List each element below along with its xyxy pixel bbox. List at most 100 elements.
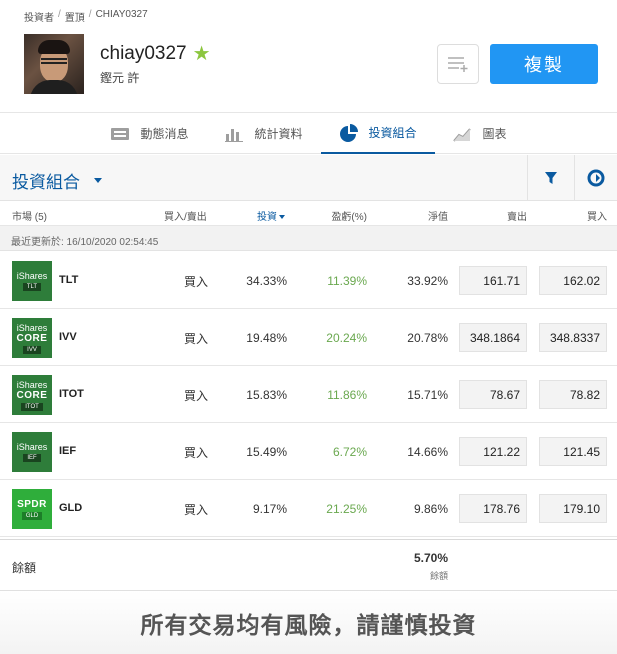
profile-header: chiay0327 ★ 鏗元 許 [24,34,211,94]
breadcrumb-item-investors[interactable]: 投資者 [24,9,54,24]
net-value-percent: 20.78% [407,331,448,345]
breadcrumb: 投資者 / 置頂 / CHIAY0327 [24,9,148,24]
view-switch-button[interactable] [574,155,617,201]
instrument-symbol[interactable]: ITOT [59,388,84,400]
fund-logo-brand: iShares [16,322,48,333]
direction: 買入 [184,332,209,346]
cash-label: 餘額 [12,561,37,575]
fund-logo[interactable]: SPDR GLD [12,489,52,529]
profile-tabs: 動態消息 統計資料 投資組合 圖表 [0,112,617,154]
fund-logo-ticker: IEF [23,454,41,462]
risk-warning-banner: 所有交易均有風險，請謹慎投資 [0,590,617,654]
table-row[interactable]: SPDR GLD GLD 買入 9.17% 21.25% 9.86% 178.76 179.10 [0,480,617,537]
chart-icon [452,126,473,142]
fund-logo-brand2: SPDR [17,498,47,510]
invested-percent: 15.49% [246,445,287,459]
column-direction[interactable]: 買入/賣出 [164,208,207,223]
buy-price-button[interactable]: 78.82 [539,380,607,409]
fund-logo-brand: iShares [16,271,48,281]
instrument-symbol[interactable]: TLT [59,274,78,286]
portfolio-header: 投資組合 [0,155,617,201]
table-row[interactable]: iShares CORE ITOT ITOT 買入 15.83% 11.86% 15.71% 7… [0,366,617,423]
column-sell[interactable]: 賣出 [507,208,527,223]
tab-stats[interactable]: 統計資料 [206,113,320,154]
filter-icon [544,172,557,184]
stats-icon [224,126,244,142]
buy-price-button[interactable]: 121.45 [539,437,607,466]
column-pl[interactable]: 盈虧(%) [331,208,367,223]
tab-chart-label: 圖表 [482,127,507,141]
copy-button[interactable]: 複製 [490,44,598,84]
portfolio-title: 投資組合 [12,173,80,192]
column-market[interactable]: 市場 (5) [12,208,47,223]
breadcrumb-separator: / [58,9,61,20]
fund-logo[interactable]: iShares CORE ITOT [12,375,52,415]
direction: 買入 [184,389,209,403]
cash-row: 餘額 5.70% 餘額 [0,539,617,589]
profit-loss-percent: 21.25% [326,502,367,516]
fund-logo-brand2: CORE [16,389,48,401]
buy-price-button[interactable]: 179.10 [539,494,607,523]
cash-value: 5.70% [413,551,448,565]
portfolio-view-dropdown[interactable]: 投資組合 [12,168,102,193]
table-row[interactable]: iShares IEF IEF 買入 15.49% 6.72% 14.66% 121.22 12… [0,423,617,480]
fund-logo-brand: iShares [16,442,48,452]
profit-loss-percent: 11.86% [327,388,367,402]
cash-sublabel: 餘額 [429,571,448,581]
column-net-value[interactable]: 淨值 [428,208,448,223]
buy-price-button[interactable]: 348.8337 [539,323,607,352]
column-invested-label: 投資 [257,212,277,223]
instrument-symbol[interactable]: GLD [59,502,82,514]
last-updated: 最近更新於: 16/10/2020 02:54:45 [0,226,617,251]
tab-news-label: 動態消息 [140,127,189,141]
tab-news[interactable]: 動態消息 [92,113,206,154]
column-invested[interactable]: 投資 [257,208,285,223]
buy-price-button[interactable]: 162.02 [539,266,607,295]
invested-percent: 34.33% [246,274,287,288]
star-icon[interactable]: ★ [193,44,211,64]
add-to-list-button[interactable] [437,44,479,84]
tab-chart[interactable]: 圖表 [435,113,525,154]
filter-button[interactable] [527,155,573,201]
direction: 買入 [184,275,209,289]
sell-price-button[interactable]: 348.1864 [459,323,527,352]
breadcrumb-item-top[interactable]: 置頂 [65,9,85,24]
list-add-icon [448,57,468,72]
invested-percent: 9.17% [252,502,287,516]
fund-logo-ticker: ITOT [21,402,43,411]
fund-logo[interactable]: iShares CORE IVV [12,318,52,358]
table-row[interactable]: iShares TLT TLT 買入 34.33% 11.39% 33.92% 161.71 1… [0,252,617,309]
profit-loss-percent: 20.24% [326,331,367,345]
fund-logo[interactable]: iShares TLT [12,261,52,301]
fund-logo[interactable]: iShares IEF [12,432,52,472]
avatar[interactable] [24,34,84,94]
sell-price-button[interactable]: 178.76 [459,494,527,523]
username: chiay0327 ★ [100,43,211,65]
breadcrumb-item-current: CHIAY0327 [95,9,148,20]
fund-logo-brand: iShares [16,379,48,390]
tab-portfolio[interactable]: 投資組合 [320,113,435,154]
sell-price-button[interactable]: 161.71 [459,266,527,295]
invested-percent: 19.48% [246,331,287,345]
direction: 買入 [184,503,209,517]
net-value-percent: 15.71% [407,388,448,402]
net-value-percent: 14.66% [407,445,448,459]
portfolio-icon [339,123,359,142]
instrument-symbol[interactable]: IVV [59,331,77,343]
profit-loss-percent: 11.39% [327,274,367,288]
refresh-icon [587,169,605,187]
instrument-symbol[interactable]: IEF [59,445,76,457]
fund-logo-ticker: IVV [23,345,41,354]
sort-desc-icon [279,215,285,219]
fund-logo-brand2: CORE [16,332,48,344]
net-value-percent: 33.92% [407,274,448,288]
sell-price-button[interactable]: 121.22 [459,437,527,466]
table-row[interactable]: iShares CORE IVV IVV 買入 19.48% 20.24% 20.78% 348… [0,309,617,366]
real-name: 鏗元 許 [100,70,140,85]
sell-price-button[interactable]: 78.67 [459,380,527,409]
profit-loss-percent: 6.72% [332,445,367,459]
news-icon [110,126,130,142]
invested-percent: 15.83% [246,388,287,402]
column-buy[interactable]: 買入 [587,208,607,223]
tab-stats-label: 統計資料 [254,127,303,141]
